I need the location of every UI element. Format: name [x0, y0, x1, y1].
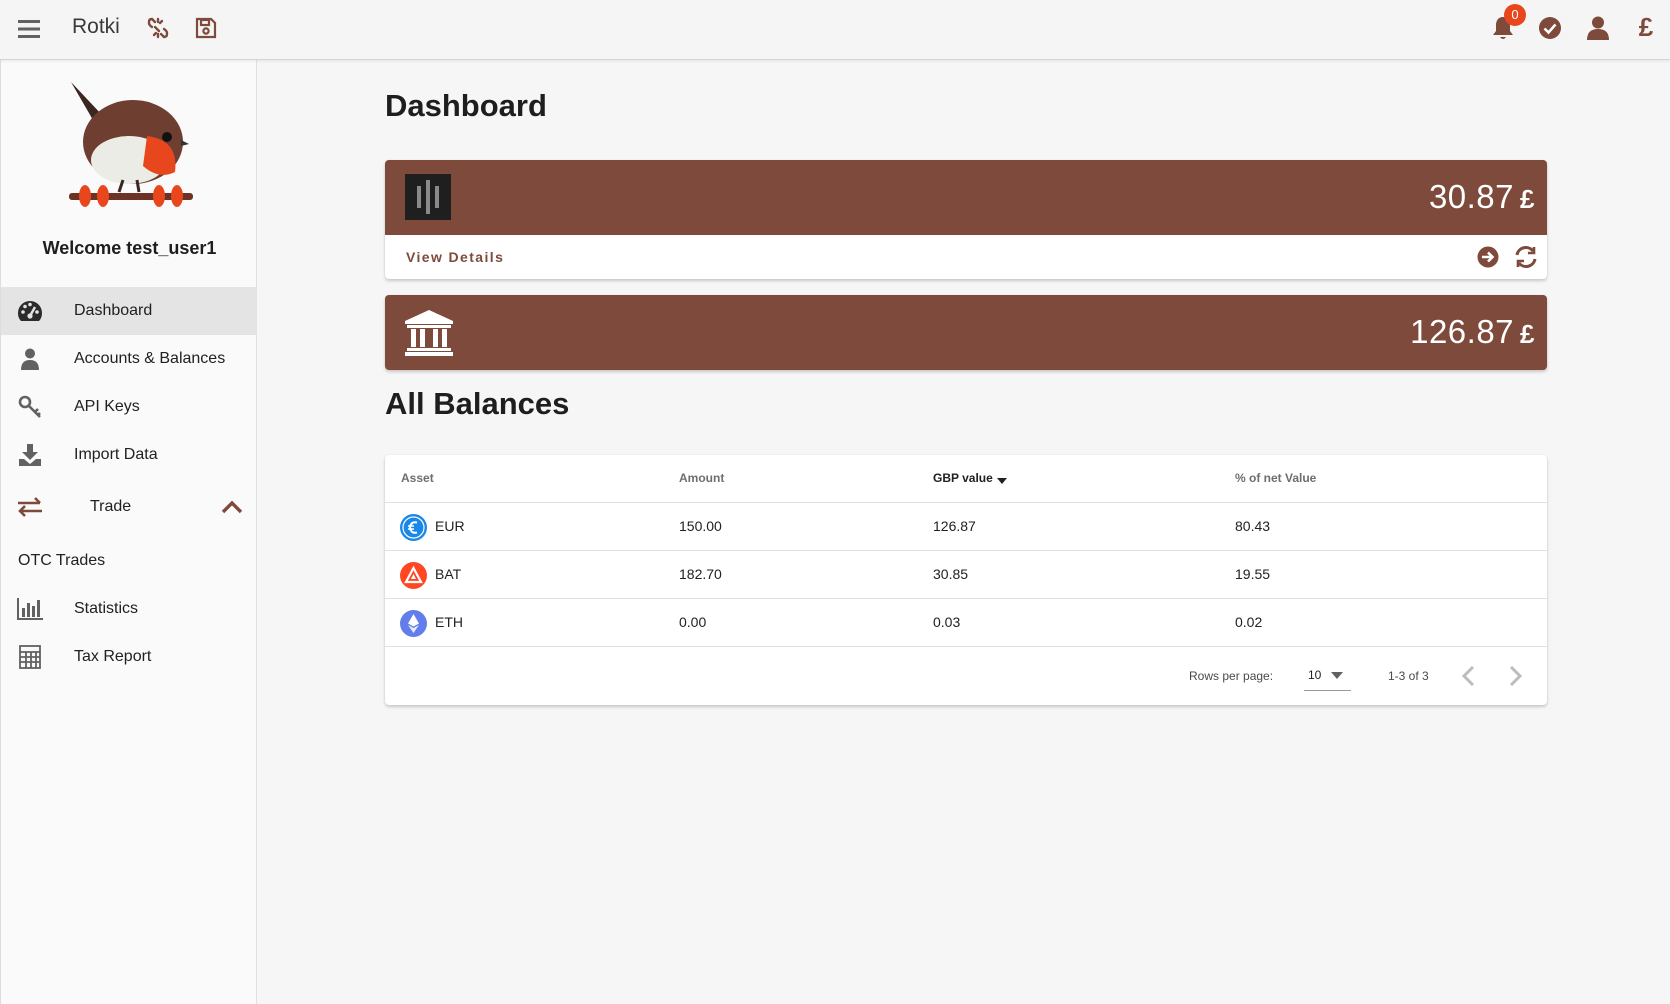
card-total-value: 126.87 £: [1410, 313, 1535, 350]
sidebar-item-label: OTC Trades: [18, 552, 106, 569]
save-icon[interactable]: [190, 12, 222, 44]
sidebar-item-import-data[interactable]: Import Data: [1, 431, 257, 479]
sidebar-item-trade[interactable]: Trade: [1, 483, 257, 531]
welcome-message: Welcome test_user1: [42, 238, 217, 258]
eth-icon: [400, 610, 427, 637]
percent-cell: 80.43: [1235, 518, 1271, 534]
asset-symbol: BAT: [435, 566, 462, 582]
amount-cell: 0.00: [679, 614, 707, 630]
sidebar-item-label: Import Data: [74, 446, 158, 463]
disconnected-link-icon[interactable]: [142, 12, 174, 44]
sidebar: Welcome test_user1 Dashboard Accounts & …: [0, 60, 257, 1004]
card-header: 30.87 £: [385, 160, 1547, 235]
bat-icon: [400, 562, 427, 589]
column-header-percent[interactable]: % of net Value: [1235, 471, 1316, 485]
table-header: Asset Amount GBP value % of net Value: [385, 455, 1547, 503]
sidebar-item-accounts-balances[interactable]: Accounts & Balances: [1, 335, 257, 383]
table-pagination: Rows per page: 10 1-3 of 3: [385, 647, 1547, 705]
table-row: ETH 0.00 0.03 0.02: [385, 599, 1547, 647]
key-icon: [17, 394, 43, 420]
table-row: BAT 182.70 30.85 19.55: [385, 551, 1547, 599]
sidebar-item-label: Trade: [90, 498, 132, 515]
sidebar-item-otc-trades[interactable]: OTC Trades: [1, 537, 257, 585]
user-icon: [17, 346, 43, 372]
currency-selector-button[interactable]: £: [1630, 10, 1662, 44]
download-icon: [17, 442, 43, 468]
value-cell: 30.85: [933, 566, 969, 582]
notification-count-badge: 0: [1504, 4, 1526, 26]
exchange-balance-card: 30.87 £ View Details: [385, 160, 1547, 279]
amount-cell: 150.00: [679, 518, 722, 534]
card-header: 126.87 £: [385, 295, 1547, 370]
calculator-icon: [17, 644, 43, 670]
value-cell: 126.87: [933, 518, 976, 534]
asset-symbol: ETH: [435, 614, 463, 630]
card-total-value: 30.87 £: [1428, 178, 1535, 215]
sidebar-item-tax-report[interactable]: Tax Report: [1, 633, 257, 681]
menu-icon[interactable]: [14, 14, 44, 44]
rows-per-page-label: Rows per page:: [1189, 669, 1274, 683]
bar-chart-icon: [17, 596, 43, 622]
sidebar-item-label: Tax Report: [74, 648, 152, 665]
next-page-chevron-icon[interactable]: [1501, 661, 1531, 691]
table-row: EUR 150.00 126.87 80.43: [385, 503, 1547, 551]
bank-icon: [405, 309, 453, 357]
card-footer: View Details: [385, 235, 1547, 279]
eur-icon: [400, 514, 427, 541]
user-account-icon[interactable]: [1582, 12, 1614, 44]
balances-table: Asset Amount GBP value % of net Value EU…: [385, 455, 1547, 705]
exchange-logo-icon: [405, 174, 451, 220]
percent-cell: 0.02: [1235, 614, 1263, 630]
exchange-icon: [17, 494, 43, 520]
previous-page-chevron-icon[interactable]: [1453, 661, 1483, 691]
refresh-icon[interactable]: [1513, 244, 1539, 270]
all-balances-title: All Balances: [385, 386, 570, 421]
sort-descending-icon: [996, 478, 1007, 484]
percent-cell: 19.55: [1235, 566, 1271, 582]
app-title: Rotki: [72, 15, 120, 38]
check-circle-icon[interactable]: [1534, 12, 1566, 44]
page-info: 1-3 of 3: [1388, 669, 1429, 683]
page-title: Dashboard: [385, 88, 547, 123]
sidebar-item-statistics[interactable]: Statistics: [1, 585, 257, 633]
arrow-right-circle-icon[interactable]: [1475, 244, 1501, 270]
rows-per-page-select[interactable]: 10: [1304, 661, 1351, 691]
column-header-gbp-value[interactable]: GBP value: [933, 471, 1008, 485]
chevron-up-icon[interactable]: [219, 494, 245, 520]
caret-down-icon: [1331, 672, 1343, 679]
bank-balance-card: 126.87 £: [385, 295, 1547, 370]
column-header-amount[interactable]: Amount: [679, 471, 724, 485]
asset-symbol: EUR: [435, 518, 465, 534]
app-bar: Rotki 0 £: [0, 0, 1670, 60]
dashboard-gauge-icon: [17, 298, 43, 324]
view-details-link[interactable]: View Details: [406, 249, 504, 265]
column-header-asset[interactable]: Asset: [401, 471, 434, 485]
amount-cell: 182.70: [679, 566, 722, 582]
sidebar-item-label: Statistics: [74, 600, 139, 617]
sidebar-item-api-keys[interactable]: API Keys: [1, 383, 257, 431]
sidebar-item-dashboard[interactable]: Dashboard: [1, 287, 257, 335]
rotki-robin-logo: [63, 80, 199, 210]
value-cell: 0.03: [933, 614, 961, 630]
sidebar-item-label: API Keys: [74, 398, 140, 415]
sidebar-item-label: Dashboard: [74, 302, 153, 319]
sidebar-item-label: Accounts & Balances: [74, 350, 226, 367]
